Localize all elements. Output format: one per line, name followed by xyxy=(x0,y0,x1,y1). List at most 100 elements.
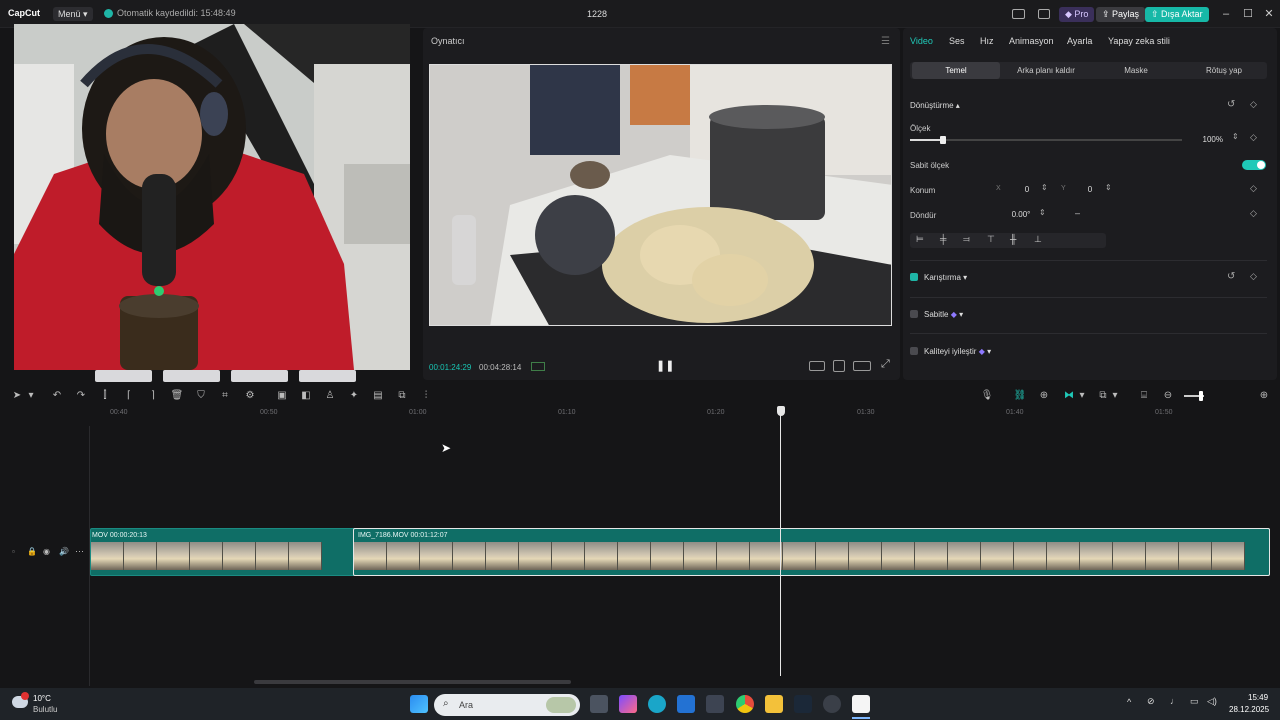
playhead-handle[interactable] xyxy=(777,406,785,416)
tab-animation[interactable]: Animasyon xyxy=(1009,36,1054,46)
minimize-icon[interactable]: – xyxy=(1218,7,1234,21)
share-button[interactable]: ⇪ Paylaş xyxy=(1096,7,1146,22)
stepper-icon[interactable]: ⇕ xyxy=(1039,208,1046,217)
keyframe-icon[interactable]: ◇ xyxy=(1250,132,1257,143)
shield-icon[interactable]: ⛉ xyxy=(194,386,208,406)
keyframe-icon[interactable]: ◇ xyxy=(1250,271,1257,282)
stepper-icon[interactable]: ⇕ xyxy=(1232,132,1239,141)
zoom-in-icon[interactable]: ⊕ xyxy=(1257,386,1271,406)
align-center-h-icon[interactable]: ╪ xyxy=(940,234,946,244)
split-icon[interactable]: ⫿ xyxy=(98,386,112,406)
rotate-reset-icon[interactable]: – xyxy=(1075,208,1080,218)
tab-video[interactable]: Video xyxy=(910,36,933,46)
tab-ai-style[interactable]: Yapay zeka stili xyxy=(1108,36,1170,46)
chevron-up-icon[interactable]: ^ xyxy=(1127,697,1131,707)
zoom-icon[interactable] xyxy=(833,360,845,372)
caption-icon[interactable]: ▤ xyxy=(371,386,385,406)
align-center-v-icon[interactable]: ╫ xyxy=(1010,234,1016,244)
windows-start-icon[interactable] xyxy=(410,695,428,713)
close-icon[interactable]: ✕ xyxy=(1261,7,1277,21)
mirror-icon[interactable]: ◧ xyxy=(299,386,313,406)
thumbnail-chip[interactable] xyxy=(163,370,220,382)
blend-section[interactable]: Karıştırma ▾ xyxy=(924,273,967,282)
timeline-scrollbar[interactable] xyxy=(254,680,571,684)
menu-icon[interactable]: ☰ xyxy=(881,36,890,47)
speed-icon[interactable]: ⚙ xyxy=(243,386,257,406)
steam-icon[interactable] xyxy=(794,695,812,713)
file-explorer-icon[interactable] xyxy=(765,695,783,713)
display-icon[interactable]: ▭ xyxy=(1190,696,1199,707)
microphone-icon[interactable]: 🎙 xyxy=(980,386,994,406)
pause-icon[interactable]: ❚❚ xyxy=(656,359,674,372)
selected-clip[interactable]: IMG_7186.MOV 00:01:12:07 xyxy=(353,528,1270,576)
link-icon[interactable]: ⛓ xyxy=(1013,386,1027,406)
align-right-icon[interactable]: ⫤ xyxy=(963,234,970,245)
keyframe-icon[interactable]: ◇ xyxy=(1250,183,1257,194)
playhead[interactable] xyxy=(780,410,781,676)
thumbnail-chip[interactable] xyxy=(95,370,152,382)
stepper-icon[interactable]: ⇕ xyxy=(1041,183,1048,192)
zoom-slider-knob[interactable] xyxy=(1199,391,1203,401)
subtab-remove-bg[interactable]: Arka planı kaldır xyxy=(1002,62,1090,79)
network-off-icon[interactable]: ⊘ xyxy=(1147,696,1155,707)
chrome-icon[interactable] xyxy=(736,695,754,713)
thumbnail-chip[interactable] xyxy=(231,370,288,382)
chevron-down-icon[interactable]: ▾ xyxy=(1075,386,1089,406)
video-preview[interactable] xyxy=(429,64,892,326)
settings-app-icon[interactable] xyxy=(823,695,841,713)
keyframe-icon[interactable]: ◇ xyxy=(1250,208,1257,219)
layout-icon[interactable] xyxy=(1012,9,1025,19)
waveform-icon[interactable] xyxy=(531,362,545,371)
select-tool-icon[interactable]: ➤ xyxy=(10,386,24,406)
person-icon[interactable]: ♙ xyxy=(323,386,337,406)
subtab-basic[interactable]: Temel xyxy=(912,62,1000,79)
preview-axis-icon[interactable]: ⊕ xyxy=(1037,386,1051,406)
task-view-icon[interactable] xyxy=(590,695,608,713)
stabilize-checkbox[interactable] xyxy=(910,310,918,318)
enhance-section[interactable]: Kaliteyi iyileştir ◆ ▾ xyxy=(924,347,991,356)
enhance-checkbox[interactable] xyxy=(910,347,918,355)
snap-icon[interactable]: ⧓ xyxy=(1062,386,1076,406)
shortcut-icon[interactable] xyxy=(1038,9,1050,19)
thumbnail-chip[interactable] xyxy=(299,370,356,382)
time-ruler[interactable]: 00:40 00:50 01:00 01:10 01:20 01:30 01:4… xyxy=(90,406,1280,420)
transform-section[interactable]: Dönüştürme ▴ xyxy=(910,101,960,110)
align-left-icon[interactable]: ⊨ xyxy=(916,234,924,245)
undo-icon[interactable]: ↶ xyxy=(50,386,64,406)
chevron-down-icon[interactable]: ▾ xyxy=(24,386,38,406)
subtitle-icon[interactable]: ⌸ xyxy=(1137,386,1151,406)
chevron-down-icon[interactable]: ▾ xyxy=(1108,386,1122,406)
split-right-icon[interactable]: ⌉ xyxy=(146,386,160,406)
eye-icon[interactable]: ◉ xyxy=(43,547,50,556)
scale-slider-knob[interactable] xyxy=(939,136,946,144)
lock-icon[interactable]: 🔒 xyxy=(27,547,37,556)
zoom-out-icon[interactable]: ⊖ xyxy=(1161,386,1175,406)
subtab-mask[interactable]: Maske xyxy=(1092,62,1180,79)
audio-split-icon[interactable]: ⫶ xyxy=(419,386,433,406)
outlook-icon[interactable] xyxy=(677,695,695,713)
align-top-icon[interactable]: ⊤ xyxy=(987,234,995,245)
reset-icon[interactable]: ↺ xyxy=(1227,99,1235,110)
blend-checkbox[interactable] xyxy=(910,273,918,281)
pos-y-input[interactable]: 0 xyxy=(1076,183,1104,196)
search-box[interactable]: ⌕ Ara xyxy=(434,694,580,716)
speaker-icon[interactable]: ◁) xyxy=(1207,696,1217,707)
rotate-input[interactable]: 0.00° xyxy=(1001,208,1041,221)
tab-audio[interactable]: Ses xyxy=(949,36,965,46)
subtab-retouch[interactable]: Rötuş yap xyxy=(1180,62,1268,79)
export-button[interactable]: ⇧ Dışa Aktar xyxy=(1145,7,1209,22)
fullscreen-mode-icon[interactable] xyxy=(809,361,825,371)
scale-slider[interactable] xyxy=(910,136,1182,144)
crop-icon[interactable]: ⌗ xyxy=(218,386,232,406)
edge-icon[interactable] xyxy=(648,695,666,713)
split-left-icon[interactable]: ⌈ xyxy=(122,386,136,406)
capcut-taskbar-icon[interactable] xyxy=(852,695,870,713)
zoom-slider[interactable] xyxy=(1184,391,1204,401)
maximize-icon[interactable]: ☐ xyxy=(1240,7,1256,21)
tab-speed[interactable]: Hız xyxy=(980,36,994,46)
uniform-scale-toggle[interactable] xyxy=(1242,160,1266,170)
stepper-icon[interactable]: ⇕ xyxy=(1105,183,1112,192)
speaker-icon[interactable]: 🔊 xyxy=(59,547,69,556)
lock-icon[interactable]: ▫ xyxy=(12,547,15,556)
freeze-icon[interactable]: ▣ xyxy=(275,386,289,406)
